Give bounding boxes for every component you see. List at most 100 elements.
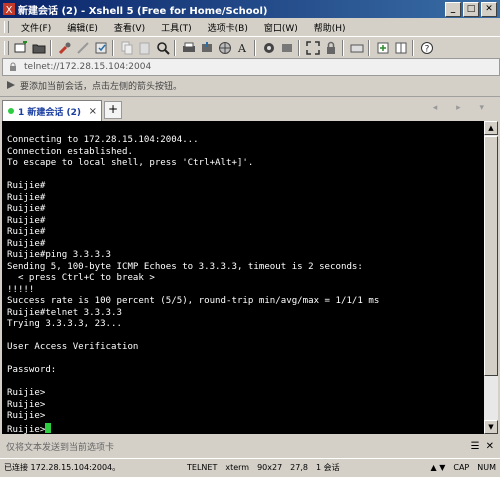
keyboard-button[interactable] (349, 40, 365, 56)
close-button[interactable]: ✕ (481, 1, 497, 17)
terminal-text: Connecting to 172.28.15.104:2004... Conn… (7, 135, 380, 434)
script-icon (282, 44, 292, 52)
status-size: 90x27 (257, 463, 283, 472)
menu-file[interactable]: 文件(F) (13, 21, 59, 34)
menu-tabs[interactable]: 选项卡(B) (200, 21, 256, 34)
address-value: telnet://172.28.15.104:2004 (24, 62, 152, 72)
status-nav-arrows[interactable]: ▲ ▼ (427, 463, 450, 472)
title-bar: X 新建会话 (2) - Xshell 5 (Free for Home/Sch… (0, 0, 500, 18)
lock-small-icon (10, 62, 16, 71)
copy-icon (121, 41, 133, 55)
minimize-button[interactable]: _ (445, 1, 461, 17)
disconnect-button[interactable] (75, 40, 91, 56)
window-title: 新建会话 (2) - Xshell 5 (Free for Home/Schoo… (18, 5, 268, 17)
toolbar-separator (112, 40, 114, 56)
copy-button[interactable] (119, 40, 135, 56)
menu-tools[interactable]: 工具(T) (153, 21, 200, 34)
status-sessions: 1 会话 (315, 463, 340, 472)
status-connection: 已连接 172.28.15.104:2004。 (4, 463, 121, 472)
xftp-button[interactable] (261, 40, 277, 56)
menu-window[interactable]: 窗口(W) (256, 21, 306, 34)
status-bar: 已连接 172.28.15.104:2004。 TELNET xterm 90x… (0, 458, 500, 476)
fullscreen-icon (306, 41, 320, 55)
font-button[interactable]: A (235, 40, 251, 56)
web-button[interactable] (217, 40, 233, 56)
compose-bar[interactable]: 仅将文本发送到当前选项卡 ☰ ✕ (2, 437, 498, 455)
keyboard-icon (350, 44, 364, 53)
scrollbar-thumb[interactable] (484, 136, 498, 376)
help-icon: ? (421, 42, 433, 55)
find-button[interactable] (155, 40, 171, 56)
svg-text:?: ? (425, 45, 430, 55)
connected-status-icon (8, 108, 14, 114)
transfer-button[interactable] (199, 40, 215, 56)
status-protocol: TELNET (187, 463, 218, 472)
tab-label: 1 新建会话 (2) (18, 107, 82, 118)
menu-view[interactable]: 查看(V) (106, 21, 153, 34)
disconnect-icon (77, 42, 89, 54)
menubar-grip (4, 21, 9, 33)
maximize-button[interactable]: □ (463, 1, 479, 17)
lock-icon (327, 41, 335, 54)
tab-close-icon[interactable]: × (89, 106, 97, 117)
new-session-button[interactable] (13, 40, 29, 56)
reconnect-button[interactable] (57, 40, 73, 56)
xftp-icon (264, 43, 274, 53)
scroll-up-icon[interactable]: ▲ (484, 121, 498, 135)
menu-edit[interactable]: 编辑(E) (59, 21, 106, 34)
font-icon: A (237, 42, 247, 55)
toolbar-grip (4, 41, 9, 55)
compose-close-icon[interactable]: ✕ (486, 441, 494, 452)
address-bar[interactable]: telnet://172.28.15.104:2004 (2, 58, 500, 76)
xshell-app-icon: X (3, 3, 15, 15)
new-tab-button[interactable]: + (104, 101, 122, 119)
terminal-cursor (45, 422, 52, 433)
transfer-icon (202, 42, 212, 52)
paste-button[interactable] (137, 40, 153, 56)
layout-button[interactable] (393, 40, 409, 56)
svg-text:X: X (6, 5, 13, 15)
status-cursor-position: 27,8 (290, 463, 308, 472)
new-tab-toolbar-button[interactable] (375, 40, 391, 56)
tab-navigation[interactable]: ◂ ▸ ▾ (433, 103, 492, 113)
svg-text:A: A (237, 42, 247, 55)
toolbar: A ? (0, 36, 500, 59)
layout-icon (395, 42, 407, 54)
menu-help[interactable]: 帮助(H) (306, 21, 354, 34)
tab-session-1[interactable]: 1 新建会话 (2) × (2, 100, 102, 121)
status-caps: CAP (453, 463, 470, 472)
hint-bar: 要添加当前会话，点击左侧的箭头按钮。 (0, 76, 500, 94)
open-button[interactable] (31, 40, 47, 56)
connect-icon (58, 42, 71, 55)
vertical-scrollbar[interactable]: ▲ ▼ (484, 121, 498, 434)
print-button[interactable] (181, 40, 197, 56)
toolbar-separator (368, 40, 370, 56)
toolbar-separator (254, 40, 256, 56)
toolbar-separator (412, 40, 414, 56)
properties-button[interactable] (93, 40, 109, 56)
fullscreen-button[interactable] (305, 40, 321, 56)
script-button[interactable] (279, 40, 295, 56)
toolbar-separator (342, 40, 344, 56)
status-num: NUM (477, 463, 496, 472)
compose-input[interactable]: 仅将文本发送到当前选项卡 (6, 440, 114, 453)
lock-button[interactable] (323, 40, 339, 56)
terminal-output[interactable]: Connecting to 172.28.15.104:2004... Conn… (2, 121, 484, 434)
folder-icon (32, 44, 46, 54)
search-icon (157, 42, 170, 55)
print-icon (183, 42, 195, 52)
help-button[interactable]: ? (419, 40, 435, 56)
add-session-arrow-icon[interactable] (5, 79, 17, 91)
toolbar-separator (174, 40, 176, 56)
globe-icon (219, 42, 231, 54)
properties-icon (95, 42, 107, 54)
menu-bar: 文件(F) 编辑(E) 查看(V) 工具(T) 选项卡(B) 窗口(W) 帮助(… (0, 18, 500, 36)
add-tab-icon (377, 42, 389, 54)
toolbar-separator (298, 40, 300, 56)
toolbar-separator (50, 40, 52, 56)
status-terminal-type: xterm (225, 463, 250, 472)
hint-text: 要添加当前会话，点击左侧的箭头按钮。 (20, 81, 183, 92)
compose-menu-icon[interactable]: ☰ (471, 441, 480, 452)
scroll-down-icon[interactable]: ▼ (484, 420, 498, 434)
tab-bar: 1 新建会话 (2) × + ◂ ▸ ▾ (0, 96, 500, 121)
